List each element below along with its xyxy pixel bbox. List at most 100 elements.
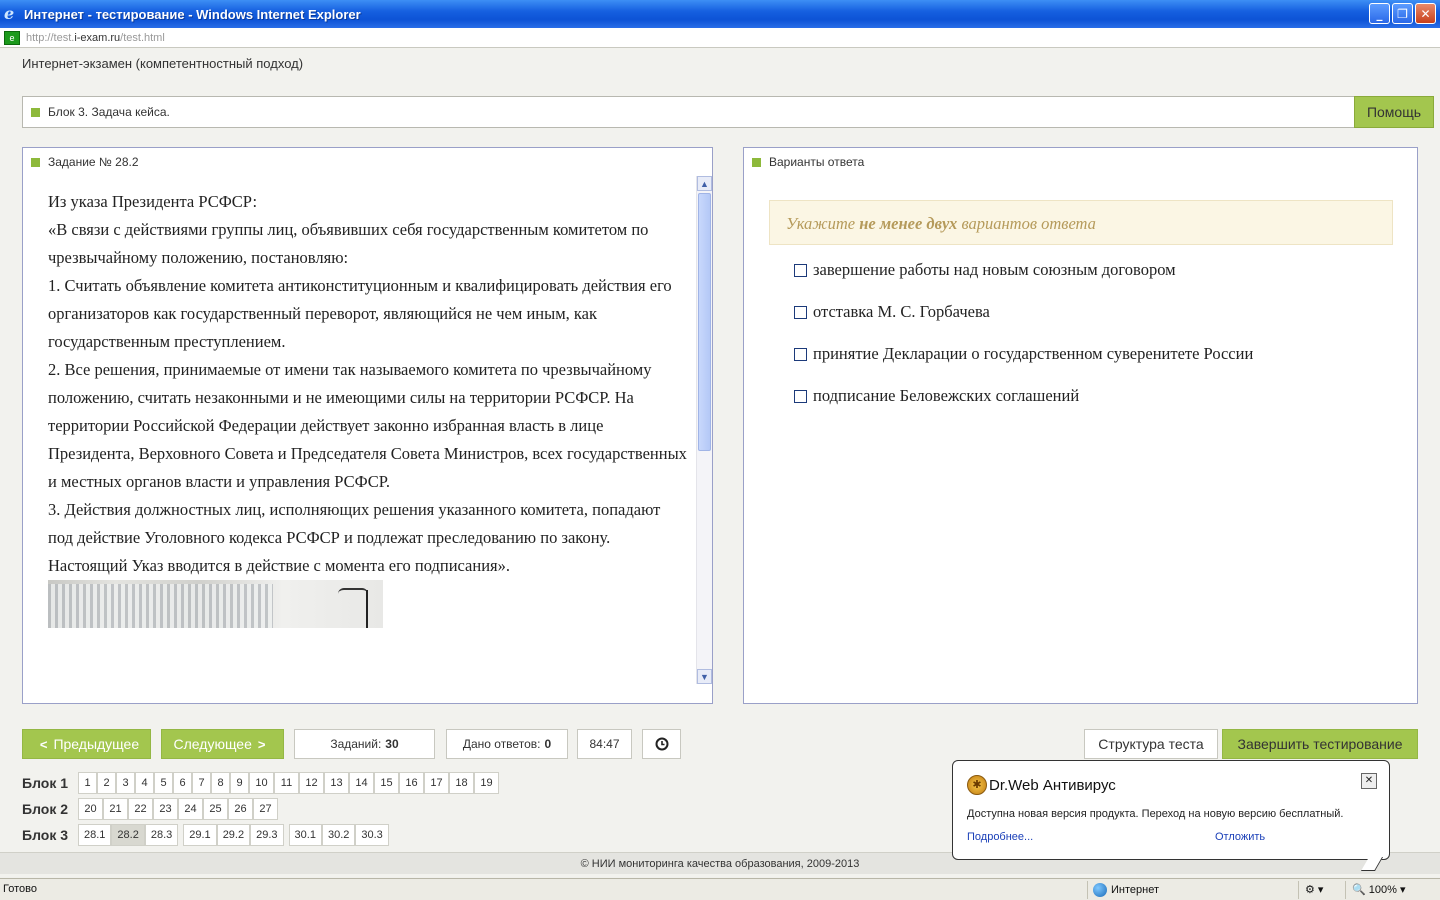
ie-logo-icon: e [4, 4, 15, 23]
task-text: Из указа Президента РСФСР: «В связи с де… [48, 188, 688, 686]
answered-count: Дано ответов: 0 [446, 729, 568, 759]
chevron-right-icon: > [257, 736, 266, 752]
bullet-square-icon [31, 158, 40, 168]
task-cell[interactable]: 30.1 [288, 824, 322, 846]
clock-icon[interactable] [642, 729, 681, 759]
structure-button[interactable]: Структура теста [1084, 729, 1218, 759]
task-cell[interactable]: 29.3 [250, 824, 284, 846]
task-panel: Задание № 28.2 Из указа Президента РСФСР… [22, 147, 713, 704]
protected-mode-icon[interactable]: ⚙ ▾ [1305, 883, 1323, 896]
block-title: Блок 3. Задача кейса. [48, 105, 170, 119]
scroll-down-icon[interactable]: ▼ [697, 669, 712, 684]
zoom-control[interactable]: 🔍 100% ▾ [1352, 883, 1405, 896]
more-link[interactable]: Подробнее... [967, 831, 1033, 843]
answers-title: Варианты ответа [769, 155, 865, 169]
timer: 84:47 [577, 729, 632, 759]
scroll-up-icon[interactable]: ▲ [697, 176, 712, 191]
task-cell[interactable]: 18 [449, 772, 474, 794]
task-title: Задание № 28.2 [48, 155, 139, 169]
task-paragraph: 3. Действия должностных лиц, исполняющих… [48, 500, 661, 547]
task-cell[interactable]: 17 [424, 772, 449, 794]
task-cell[interactable]: 13 [324, 772, 349, 794]
task-paragraph: 1. Считать объявление комитета антиконст… [48, 276, 672, 351]
postpone-link[interactable]: Отложить [1215, 831, 1265, 843]
task-paragraph: Из указа Президента РСФСР: [48, 192, 258, 211]
checkbox[interactable] [794, 347, 807, 361]
task-paragraph: «В связи с действиями группы лиц, объяви… [48, 220, 649, 267]
answer-hint: Укажите не менее двух вариантов ответа [769, 200, 1393, 245]
task-cell[interactable]: 12 [299, 772, 324, 794]
next-button[interactable]: Следующее > [161, 729, 284, 759]
zoom-icon: 🔍 [1352, 884, 1366, 896]
task-cell[interactable]: 19 [474, 772, 499, 794]
task-cell[interactable]: 7 [192, 772, 211, 794]
page-icon: e [4, 30, 20, 45]
task-cell[interactable]: 26 [228, 798, 253, 820]
maximize-button[interactable]: ❐ [1392, 3, 1413, 24]
task-cell[interactable]: 1 [78, 772, 97, 794]
task-cell[interactable]: 21 [103, 798, 128, 820]
bullet-square-icon [752, 158, 761, 168]
close-window-button[interactable]: ✕ [1415, 3, 1436, 24]
task-cell[interactable]: 25 [203, 798, 228, 820]
checkbox[interactable] [794, 263, 807, 277]
task-cell[interactable]: 15 [374, 772, 399, 794]
task-cell[interactable]: 27 [253, 798, 278, 820]
white-house-photo [48, 580, 383, 628]
minimize-button[interactable]: _ [1369, 3, 1390, 24]
task-cell[interactable]: 29.2 [216, 824, 251, 846]
address-bar[interactable]: e http://test.i-exam.ru/test.html [0, 28, 1440, 48]
task-cell[interactable]: 23 [153, 798, 178, 820]
task-cell[interactable]: 5 [154, 772, 173, 794]
answer-option[interactable]: завершение работы над новым союзным дого… [794, 260, 1176, 280]
task-cell[interactable]: 14 [349, 772, 374, 794]
page-content: Интернет-экзамен (компетентностный подхо… [0, 48, 1440, 877]
task-cell[interactable]: 2 [97, 772, 116, 794]
answers-panel: Варианты ответа Укажите не менее двух ва… [743, 147, 1418, 704]
tasks-count: Заданий: 30 [294, 729, 435, 759]
zone-indicator: Интернет [1093, 883, 1159, 897]
task-cell[interactable]: 6 [173, 772, 192, 794]
answer-option[interactable]: подписание Беловежских соглашений [794, 386, 1079, 406]
task-cell[interactable]: 8 [211, 772, 230, 794]
task-cell[interactable]: 29.1 [183, 824, 217, 846]
window-title: Интернет - тестирование - Windows Intern… [24, 6, 361, 22]
close-icon[interactable]: ✕ [1361, 773, 1377, 789]
block-grid: Блок 1 1 2 3 4 5 6 7 8 9 10 11 12 13 14 15 16 17 18 19 Блок… [22, 770, 504, 848]
task-cell[interactable]: 16 [399, 772, 424, 794]
scroll-thumb[interactable] [698, 193, 711, 451]
answer-option[interactable]: отставка М. С. Горбачева [794, 302, 990, 322]
task-cell[interactable]: 20 [78, 798, 103, 820]
chevron-left-icon: < [39, 736, 48, 752]
drweb-popup: ✱ Dr.Web Антивирус ✕ Доступна новая верс… [952, 760, 1390, 871]
checkbox[interactable] [794, 305, 807, 319]
finish-button[interactable]: Завершить тестирование [1222, 729, 1418, 759]
task-scrollbar[interactable]: ▲ ▼ [696, 176, 712, 684]
checkbox[interactable] [794, 389, 807, 403]
answer-option[interactable]: принятие Декларации о государственном су… [794, 344, 1253, 364]
task-cell[interactable]: 30.2 [321, 824, 356, 846]
task-cell[interactable]: 22 [128, 798, 153, 820]
task-cell[interactable]: 10 [249, 772, 274, 794]
task-cell[interactable]: 28.1 [78, 824, 112, 846]
task-cell[interactable]: 28.2 [111, 824, 145, 846]
task-cell[interactable]: 24 [178, 798, 203, 820]
task-cell[interactable]: 30.3 [355, 824, 389, 846]
task-cell[interactable]: 9 [230, 772, 249, 794]
block-header: Блок 3. Задача кейса. Помощь [22, 96, 1434, 128]
task-paragraph: Настоящий Указ вводится в действие с мом… [48, 556, 510, 575]
popup-message: Доступна новая версия продукта. Переход … [967, 808, 1344, 820]
window-titlebar: e Интернет - тестирование - Windows Inte… [0, 0, 1440, 28]
url-text[interactable]: http://test.i-exam.ru/test.html [26, 32, 165, 44]
status-text: Готово [3, 883, 37, 895]
task-cell[interactable]: 3 [116, 772, 135, 794]
task-cell[interactable]: 11 [274, 772, 299, 794]
task-cell[interactable]: 4 [135, 772, 154, 794]
help-button[interactable]: Помощь [1354, 96, 1434, 128]
task-cell[interactable]: 28.3 [144, 824, 179, 846]
popup-title: Dr.Web Антивирус [989, 777, 1116, 794]
prev-button[interactable]: < Предыдущее [22, 729, 151, 759]
app-title: Интернет-экзамен (компетентностный подхо… [22, 56, 304, 71]
drweb-spider-icon: ✱ [967, 775, 987, 795]
status-bar: Готово Интернет ⚙ ▾ 🔍 100% ▾ [0, 878, 1440, 900]
